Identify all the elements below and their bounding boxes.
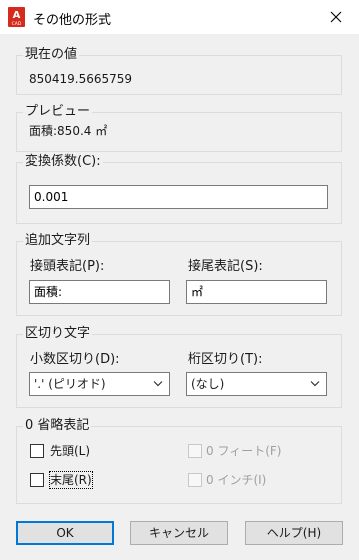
thousands-separator-label: 桁区切り(T): [188, 352, 263, 367]
chevron-down-icon [310, 381, 320, 387]
prefix-label: 接頭表記(P): [30, 259, 105, 274]
decimal-separator-select[interactable]: '.' (ピリオド) [29, 372, 170, 396]
chevron-down-icon [153, 381, 163, 387]
zero-suppression-group [16, 426, 342, 504]
svg-text:A: A [13, 10, 21, 21]
svg-text:CAD: CAD [12, 21, 22, 27]
trailing-zero-checkbox[interactable] [30, 473, 44, 487]
zero-inches-checkbox[interactable] [188, 473, 202, 487]
additional-text-label: 追加文字列 [23, 233, 93, 249]
prefix-input[interactable]: 面積: [29, 280, 170, 304]
separator-label: 区切り文字 [23, 326, 93, 342]
autocad-app-icon: A CAD [8, 7, 25, 27]
zero-feet-label: 0 フィート(F) [206, 444, 282, 458]
separator-group [16, 334, 342, 408]
conversion-factor-input[interactable]: 0.001 [29, 185, 328, 209]
zero-suppression-label: 0 省略表記 [23, 418, 92, 434]
zero-inches-label: 0 インチ(I) [206, 473, 267, 487]
help-button[interactable]: ヘルプ(H) [245, 521, 343, 545]
suffix-input[interactable]: ㎡ [186, 280, 327, 304]
dialog-window: A CAD その他の形式 現在の値 850419.5665759 プレビュー 面… [0, 0, 359, 560]
decimal-separator-value: '.' (ピリオド) [34, 377, 106, 391]
close-button[interactable] [313, 0, 359, 34]
title-bar: A CAD その他の形式 [0, 0, 359, 34]
thousands-separator-select[interactable]: (なし) [186, 372, 327, 396]
additional-text-group [16, 241, 342, 316]
suffix-label: 接尾表記(S): [188, 259, 263, 274]
thousands-separator-value: (なし) [191, 377, 225, 391]
leading-zero-label[interactable]: 先頭(L) [50, 443, 90, 459]
cancel-button[interactable]: キャンセル [130, 521, 228, 545]
current-value-label: 現在の値 [23, 47, 80, 63]
leading-zero-checkbox[interactable] [30, 444, 44, 458]
zero-feet-checkbox[interactable] [188, 444, 202, 458]
close-icon [330, 11, 342, 23]
current-value-text: 850419.5665759 [29, 72, 133, 86]
conversion-label: 変換係数(C): [23, 154, 103, 170]
trailing-zero-label[interactable]: 末尾(R) [49, 471, 93, 489]
ok-button[interactable]: OK [16, 521, 114, 545]
decimal-separator-label: 小数区切り(D): [30, 352, 120, 367]
preview-label: プレビュー [23, 104, 93, 120]
window-title: その他の形式 [33, 13, 112, 28]
preview-text: 面積:850.4 ㎡ [29, 124, 108, 138]
